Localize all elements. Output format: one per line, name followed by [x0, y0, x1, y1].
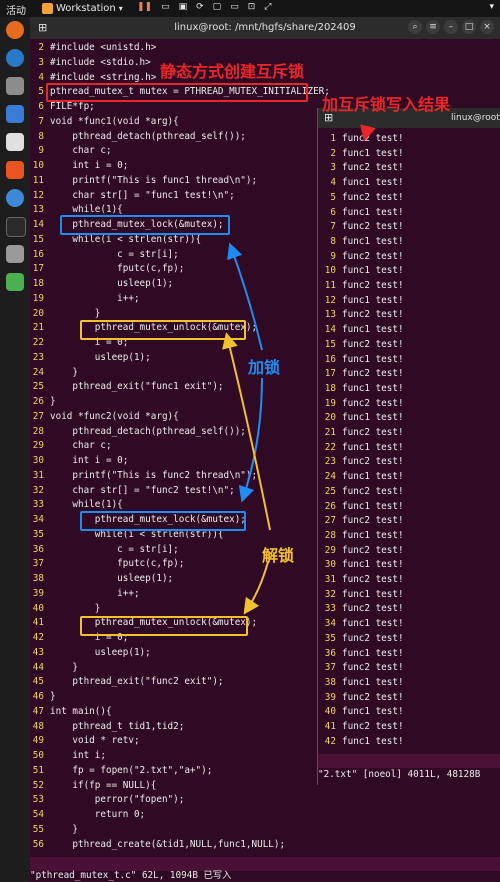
arrow-unlock-down	[243, 561, 269, 615]
annotation-arrows	[222, 124, 376, 615]
arrow-write-result	[360, 124, 376, 142]
arrow-unlock-up	[222, 332, 271, 531]
arrow-lock-up	[227, 242, 263, 351]
